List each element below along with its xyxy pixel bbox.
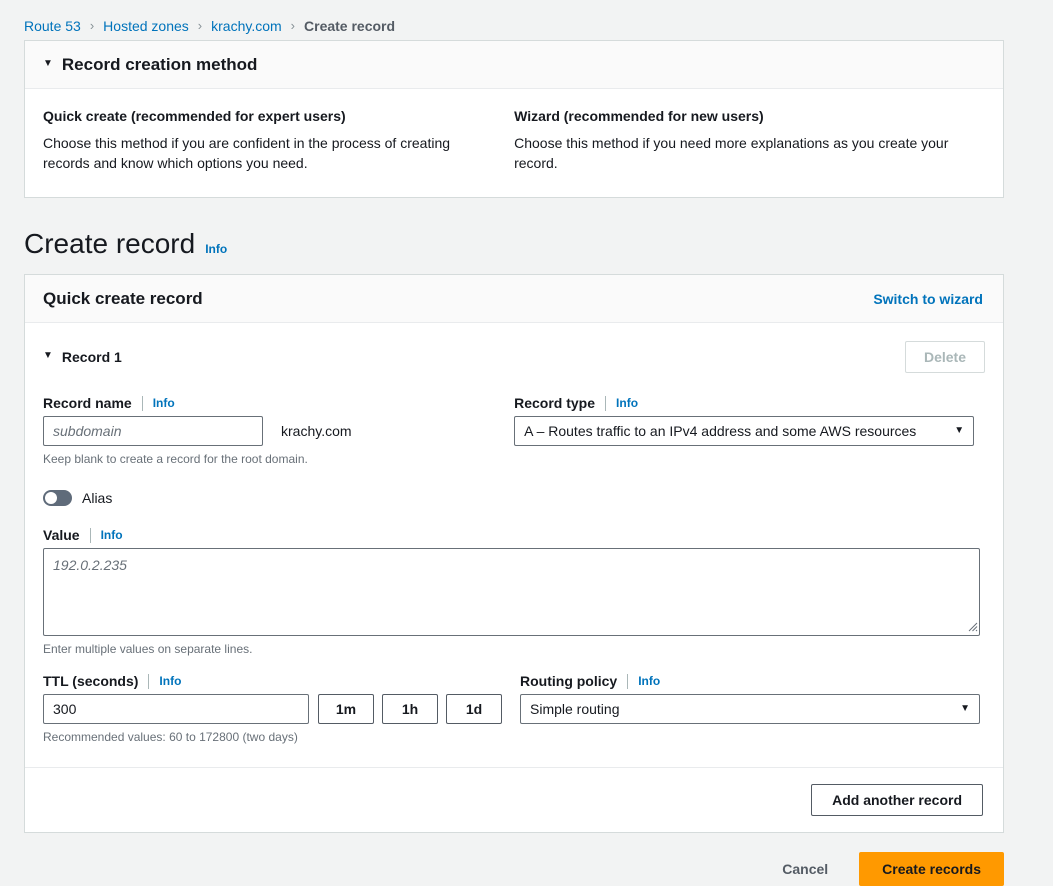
record-name-input-row: krachy.com — [43, 416, 496, 446]
value-label: Value — [43, 527, 80, 543]
routing-policy-label: Routing policy — [520, 673, 618, 689]
record-creation-method-title-group: ▼ Record creation method — [43, 55, 257, 75]
value-textarea[interactable] — [43, 548, 980, 636]
add-another-record-button[interactable]: Add another record — [811, 784, 983, 816]
breadcrumb-separator-icon: › — [290, 18, 296, 33]
routing-policy-select[interactable]: Simple routing ▼ — [520, 694, 980, 724]
label-divider — [605, 395, 607, 411]
ttl-preset-1d-button[interactable]: 1d — [446, 694, 502, 724]
breadcrumb-separator-icon: › — [197, 18, 203, 33]
record-type-info-link[interactable]: Info — [616, 396, 638, 410]
record-name-field: Record name Info krachy.com Keep blank t… — [43, 395, 514, 467]
record-type-label: Record type — [514, 395, 596, 411]
routing-policy-selected-value: Simple routing — [530, 701, 620, 717]
record-name-info-link[interactable]: Info — [153, 396, 175, 410]
breadcrumb-separator-icon: › — [89, 18, 95, 33]
record-creation-method-body: Quick create (recommended for expert use… — [25, 89, 1003, 197]
breadcrumb-item-krachy-com[interactable]: krachy.com — [211, 18, 282, 34]
record-1-section: ▼ Record 1 Delete Record name Info krach… — [25, 323, 1003, 745]
alias-toggle[interactable] — [43, 490, 72, 506]
label-divider — [148, 673, 150, 689]
method-option-wizard: Wizard (recommended for new users) Choos… — [514, 108, 985, 173]
record-name-input[interactable] — [43, 416, 263, 446]
value-helper-text: Enter multiple values on separate lines. — [43, 642, 253, 656]
quick-create-description: Choose this method if you are confident … — [43, 135, 451, 171]
alias-toggle-label: Alias — [82, 490, 113, 506]
ttl-label: TTL (seconds) — [43, 673, 139, 689]
ttl-label-row: TTL (seconds) Info — [43, 673, 502, 689]
delete-record-button[interactable]: Delete — [904, 341, 985, 373]
alias-toggle-row: Alias — [43, 490, 985, 506]
record-type-selected-value: A – Routes traffic to an IPv4 address an… — [524, 423, 917, 439]
ttl-preset-1m-button[interactable]: 1m — [318, 694, 374, 724]
label-divider — [627, 673, 629, 689]
alias-toggle-knob — [45, 492, 57, 504]
ttl-input-row: 1m 1h 1d — [43, 694, 502, 724]
ttl-and-routing-row: TTL (seconds) Info 1m 1h 1d Recommended … — [43, 673, 985, 745]
label-divider — [89, 527, 91, 543]
ttl-info-link[interactable]: Info — [159, 674, 181, 688]
page-title: Create record — [24, 228, 196, 259]
record-type-select[interactable]: A – Routes traffic to an IPv4 address an… — [514, 416, 975, 446]
quick-create-record-header: Quick create record Switch to wizard — [25, 275, 1003, 323]
page-title-row: Create record Info — [0, 198, 1053, 274]
page-actions: Cancel Create records — [0, 833, 1053, 886]
quick-create-record-title: Quick create record — [43, 289, 203, 308]
value-label-row: Value Info — [43, 527, 985, 543]
ttl-preset-1h-button[interactable]: 1h — [382, 694, 438, 724]
record-name-label-row: Record name Info — [43, 395, 496, 411]
record-type-field: Record type Info A – Routes traffic to a… — [514, 395, 985, 467]
record-creation-method-title: Record creation method — [61, 55, 258, 74]
ttl-input[interactable] — [43, 694, 309, 724]
ttl-helper-text: Recommended values: 60 to 172800 (two da… — [43, 730, 298, 744]
label-divider — [141, 395, 143, 411]
ttl-field: TTL (seconds) Info 1m 1h 1d Recommended … — [43, 673, 520, 745]
name-and-type-row: Record name Info krachy.com Keep blank t… — [43, 395, 985, 467]
record-1-label-group: ▼ Record 1 — [43, 349, 122, 365]
record-name-helper-text: Keep blank to create a record for the ro… — [43, 452, 308, 466]
chevron-down-icon: ▼ — [954, 425, 965, 436]
cancel-button[interactable]: Cancel — [767, 854, 843, 884]
routing-policy-label-row: Routing policy Info — [520, 673, 985, 689]
record-name-label: Record name — [43, 395, 132, 411]
quick-create-footer: Add another record — [25, 767, 1003, 832]
wizard-title: Wizard (recommended for new users) — [514, 108, 764, 124]
chevron-down-icon: ▼ — [960, 703, 970, 714]
collapse-triangle-icon[interactable]: ▼ — [43, 351, 53, 361]
value-info-link[interactable]: Info — [101, 528, 123, 542]
ttl-preset-buttons: 1m 1h 1d — [318, 694, 502, 724]
record-name-domain-suffix: krachy.com — [281, 423, 352, 439]
breadcrumb-item-route-53[interactable]: Route 53 — [24, 18, 81, 34]
record-creation-method-header[interactable]: ▼ Record creation method — [25, 41, 1003, 89]
switch-to-wizard-link[interactable]: Switch to wizard — [873, 291, 983, 307]
breadcrumb-item-hosted-zones[interactable]: Hosted zones — [103, 18, 189, 34]
value-field: Value Info Enter multiple values on sepa… — [43, 527, 985, 657]
routing-policy-info-link[interactable]: Info — [638, 674, 660, 688]
create-records-button[interactable]: Create records — [859, 852, 1004, 886]
collapse-triangle-icon[interactable]: ▼ — [43, 59, 53, 69]
quick-create-title: Quick create (recommended for expert use… — [43, 108, 346, 124]
breadcrumb: Route 53 › Hosted zones › krachy.com › C… — [0, 0, 1053, 40]
quick-create-record-panel: Quick create record Switch to wizard ▼ R… — [24, 274, 1004, 833]
wizard-description: Choose this method if you need more expl… — [514, 135, 949, 171]
method-option-quick-create: Quick create (recommended for expert use… — [43, 108, 514, 173]
value-textarea-wrap — [43, 548, 980, 636]
record-creation-method-panel: ▼ Record creation method Quick create (r… — [24, 40, 1004, 198]
breadcrumb-item-create-record: Create record — [304, 17, 396, 34]
record-type-label-row: Record type Info — [514, 395, 985, 411]
routing-policy-field: Routing policy Info Simple routing ▼ — [520, 673, 985, 745]
page-title-info-link[interactable]: Info — [205, 242, 227, 256]
record-1-label: Record 1 — [61, 349, 122, 365]
record-1-header-row: ▼ Record 1 Delete — [43, 341, 985, 373]
